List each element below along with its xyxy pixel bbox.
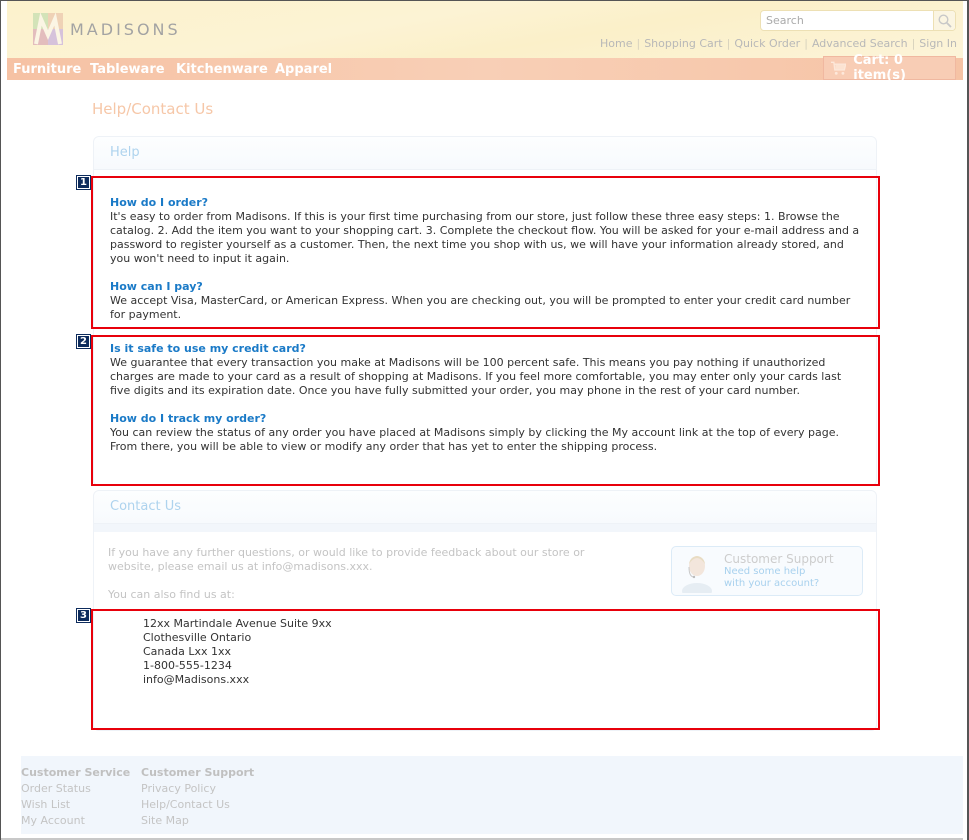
- customer-support-card[interactable]: Customer Support Need some help with you…: [671, 546, 863, 596]
- logo-mark-icon: [33, 13, 63, 45]
- footer-link-privacy-policy[interactable]: Privacy Policy: [141, 781, 254, 797]
- faq-question: How can I pay?: [110, 280, 203, 293]
- search-button[interactable]: [933, 11, 955, 30]
- annotation-badge-2: 2: [76, 334, 91, 349]
- advanced-search-link[interactable]: Advanced Search: [812, 37, 908, 50]
- divider: [94, 524, 876, 532]
- contact-intro: If you have any further questions, or wo…: [108, 546, 585, 573]
- faq-answer: We guarantee that every transaction you …: [110, 356, 842, 397]
- site-header: MADISONS Home|Shopping Cart|Quick Order|…: [7, 1, 963, 58]
- support-link-line1: Need some help: [724, 566, 806, 577]
- logo[interactable]: MADISONS: [33, 13, 181, 45]
- support-link-line2: with your account?: [724, 578, 820, 589]
- sign-in-link[interactable]: Sign In: [919, 37, 957, 50]
- support-help-link[interactable]: Need some help with your account?: [724, 566, 834, 590]
- faq-question: Is it safe to use my credit card?: [110, 342, 306, 355]
- faq-answer: You can review the status of any order y…: [110, 426, 840, 453]
- page-title: Help/Contact Us: [92, 100, 214, 118]
- cart-button[interactable]: Cart: 0 item(s): [823, 53, 956, 83]
- page: MADISONS Home|Shopping Cart|Quick Order|…: [7, 1, 963, 839]
- email-address: info@Madisons.xxx: [143, 673, 250, 686]
- faq-item: How do I track my order? You can review …: [110, 412, 860, 454]
- separator: |: [911, 37, 916, 50]
- category-nav: Furniture Tableware Kitchenware Apparel: [7, 58, 963, 80]
- faq-item: How can I pay? We accept Visa, MasterCar…: [110, 280, 860, 322]
- contact-panel-header: Contact Us: [94, 491, 876, 524]
- footer-heading: Customer Service: [21, 766, 131, 779]
- help-panel-header: Help: [94, 137, 876, 170]
- nav-item-tableware[interactable]: Tableware: [90, 62, 165, 77]
- address-line: 12xx Martindale Avenue Suite 9xx: [143, 617, 332, 630]
- quick-order-link[interactable]: Quick Order: [734, 37, 800, 50]
- faq-answer: It's easy to order from Madisons. If thi…: [110, 210, 860, 265]
- faq-answer: We accept Visa, MasterCard, or American …: [110, 294, 851, 321]
- footer-link-wish-list[interactable]: Wish List: [21, 797, 130, 813]
- address-block: 12xx Martindale Avenue Suite 9xx Clothes…: [143, 617, 332, 687]
- faq-item: Is it safe to use my credit card? We gua…: [110, 342, 860, 398]
- shopping-cart-link[interactable]: Shopping Cart: [644, 37, 722, 50]
- search-box: [760, 10, 956, 31]
- support-card-title: Customer Support: [724, 552, 834, 566]
- search-icon: [937, 13, 952, 28]
- footer-column-customer-support: Customer Support Privacy Policy Help/Con…: [141, 765, 254, 829]
- footer-heading: Customer Support: [141, 766, 255, 779]
- footer-link-site-map[interactable]: Site Map: [141, 813, 254, 829]
- support-agent-avatar-icon: [682, 556, 712, 593]
- help-panel-title: Help: [110, 145, 140, 160]
- annotation-badge-1: 1: [76, 175, 91, 190]
- find-us-label: You can also find us at:: [108, 588, 235, 601]
- site-footer: Customer Service Order Status Wish List …: [21, 756, 963, 834]
- footer-link-my-account[interactable]: My Account: [21, 813, 130, 829]
- address-line: Canada Lxx 1xx: [143, 645, 232, 658]
- contact-panel-title: Contact Us: [110, 499, 181, 514]
- cart-label: Cart: 0 item(s): [853, 53, 906, 83]
- nav-item-kitchenware[interactable]: Kitchenware: [176, 62, 268, 77]
- footer-link-help-contact[interactable]: Help/Contact Us: [141, 797, 254, 813]
- nav-item-furniture[interactable]: Furniture: [13, 62, 81, 77]
- utility-links: Home | Shopping Cart | Quick Order | Advanced …: [600, 37, 957, 50]
- footer-link-order-status[interactable]: Order Status: [21, 781, 130, 797]
- separator: |: [726, 37, 731, 50]
- logo-text: MADISONS: [70, 19, 181, 39]
- home-link[interactable]: Home: [600, 37, 632, 50]
- footer-column-customer-service: Customer Service Order Status Wish List …: [21, 765, 130, 829]
- separator: |: [636, 37, 641, 50]
- search-input[interactable]: [761, 11, 933, 30]
- address-line: Clothesville Ontario: [143, 631, 252, 644]
- contact-panel: Contact Us: [93, 490, 877, 731]
- shopping-cart-icon: [831, 61, 847, 75]
- faq-item: How do I order? It's easy to order from …: [110, 196, 860, 266]
- phone-number: 1-800-555-1234: [143, 659, 232, 672]
- annotation-badge-3: 3: [76, 608, 91, 623]
- faq-question: How do I track my order?: [110, 412, 267, 425]
- separator: |: [804, 37, 808, 50]
- nav-item-apparel[interactable]: Apparel: [275, 62, 332, 77]
- faq-question: How do I order?: [110, 196, 209, 209]
